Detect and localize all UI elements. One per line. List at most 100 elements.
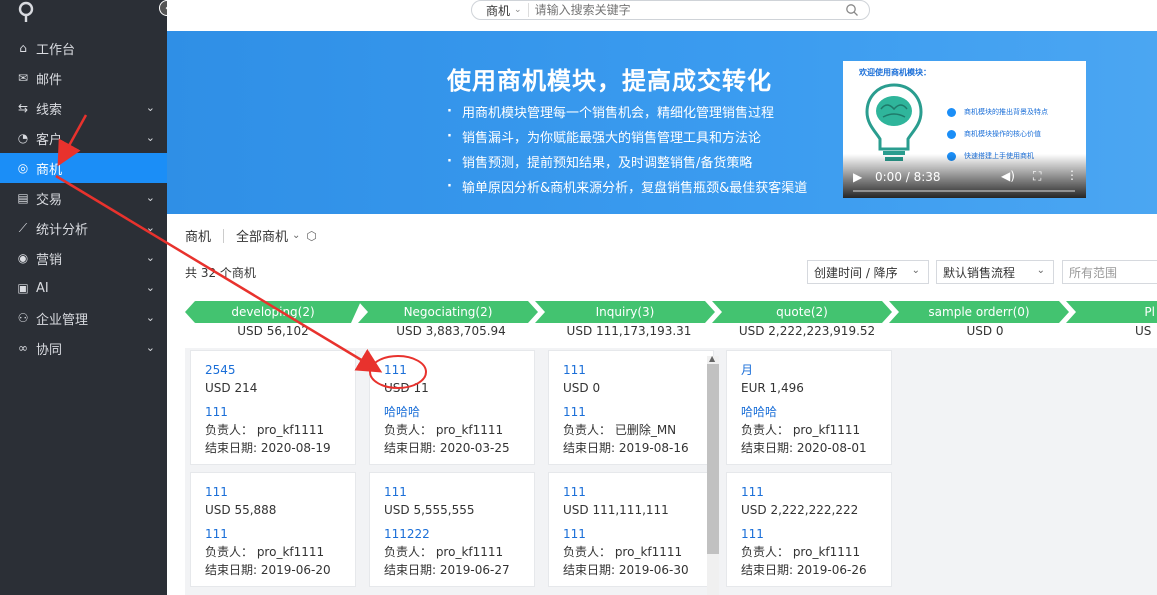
- banner-point: 销售漏斗，为你赋能最强大的销售管理工具和方法论: [447, 124, 807, 149]
- opportunity-title[interactable]: 2545: [205, 361, 341, 379]
- opportunity-title[interactable]: 111: [205, 483, 341, 501]
- play-icon[interactable]: ▶: [853, 170, 862, 184]
- stage-label: Inquiry(3): [595, 305, 655, 319]
- search-scope-select[interactable]: 商机 ⌄: [472, 3, 529, 18]
- opportunity-title[interactable]: 111: [384, 483, 520, 501]
- sidebar-item-marketing[interactable]: ◉ 营销 ⌄: [0, 243, 167, 273]
- opportunity-title[interactable]: 111: [563, 483, 699, 501]
- sidebar-item-ai[interactable]: ▣ AI ⌄: [0, 273, 167, 303]
- chevron-down-icon: ⌄: [145, 341, 155, 354]
- org-icon: ⚇: [17, 311, 29, 325]
- customer-link[interactable]: 哈哈哈: [741, 403, 877, 421]
- opportunity-amount: USD 2,222,222,222: [741, 503, 859, 517]
- column-scrollbar[interactable]: ▲: [707, 354, 719, 595]
- opportunity-title[interactable]: 111: [741, 483, 877, 501]
- owner-text: 负责人： pro_kf1111: [563, 545, 683, 559]
- top-bar: 商机 ⌄: [167, 0, 1157, 31]
- end-date: 结束日期: 2020-08-19: [205, 441, 331, 455]
- video-time: 0:00 / 8:38: [875, 170, 941, 184]
- chevron-down-icon: ⌄: [514, 5, 522, 15]
- sidebar-item-customers[interactable]: ◔ 客户 ⌄: [0, 123, 167, 153]
- sidebar-item-collab[interactable]: ∞ 协同 ⌄: [0, 333, 167, 363]
- volume-icon[interactable]: ◀): [1001, 169, 1015, 183]
- opportunity-amount: USD 214: [205, 381, 258, 395]
- opportunity-title[interactable]: 111: [384, 361, 520, 379]
- customer-link[interactable]: 111: [741, 525, 877, 543]
- opportunity-title[interactable]: 111: [563, 361, 699, 379]
- ai-icon: ▣: [17, 281, 29, 295]
- sidebar-item-analytics[interactable]: ⟋ 统计分析 ⌄: [0, 213, 167, 243]
- range-placeholder: 所有范围: [1069, 265, 1118, 280]
- more-options-icon[interactable]: ⋮: [1066, 168, 1078, 182]
- opportunity-card[interactable]: 111 USD 55,888 111 负责人： pro_kf1111 结束日期:…: [190, 472, 356, 587]
- opportunity-title[interactable]: 月: [741, 361, 877, 379]
- stage-label: quote(2): [776, 305, 828, 319]
- owner-text: 负责人： pro_kf1111: [741, 423, 861, 437]
- fullscreen-icon[interactable]: ⛶: [1033, 169, 1041, 184]
- stage-amount: USD 111,173,193.31: [566, 324, 692, 338]
- chevron-down-icon: ⌄: [145, 281, 155, 294]
- stage-amount: USD 3,883,705.94: [396, 324, 506, 338]
- mail-icon: ✉: [17, 71, 29, 85]
- opportunity-card[interactable]: 2545 USD 214 111 负责人： pro_kf1111 结束日期: 2…: [190, 350, 356, 465]
- stage-sample-order[interactable]: sample orderr(0): [889, 301, 1069, 323]
- search-icon[interactable]: [845, 3, 859, 17]
- opportunity-card[interactable]: 月 EUR 1,496 哈哈哈 负责人： pro_kf1111 结束日期: 20…: [726, 350, 892, 465]
- opportunity-amount: EUR 1,496: [741, 381, 804, 395]
- sales-flow-select[interactable]: 默认销售流程 ⌄: [936, 260, 1054, 284]
- sidebar-item-enterprise[interactable]: ⚇ 企业管理 ⌄: [0, 303, 167, 333]
- stage-label: Pl: [1144, 305, 1155, 319]
- customer-link[interactable]: 111: [205, 525, 341, 543]
- layers-icon[interactable]: ⬡: [306, 229, 316, 243]
- sidebar-item-label: 协同: [36, 342, 63, 358]
- opportunity-card[interactable]: 111 USD 0 111 负责人： 已删除_MN 结束日期: 2019-08-…: [548, 350, 714, 465]
- opportunity-filter-select[interactable]: 全部商机 ⌄: [236, 226, 300, 245]
- range-select[interactable]: 所有范围: [1062, 260, 1157, 284]
- video-heading: 欢迎使用商机模块：: [859, 68, 931, 77]
- stage-developing[interactable]: developing(2): [185, 301, 361, 323]
- opportunity-amount: USD 55,888: [205, 503, 277, 517]
- stage-negociating[interactable]: Negociating(2): [358, 301, 538, 323]
- customer-link[interactable]: 111: [563, 403, 699, 421]
- opportunity-card[interactable]: 111 USD 5,555,555 111222 负责人： pro_kf1111…: [369, 472, 535, 587]
- stage-quote[interactable]: quote(2): [712, 301, 892, 323]
- customer-link[interactable]: 111222: [384, 525, 520, 543]
- opportunity-card[interactable]: 111 USD 2,222,222,222 111 负责人： pro_kf111…: [726, 472, 892, 587]
- video-point: 商机模块操作的核心价值: [947, 123, 1048, 145]
- sort-select[interactable]: 创建时间 / 降序 ⌄: [807, 260, 929, 284]
- scrollbar-thumb[interactable]: [707, 364, 719, 554]
- filter-label: 全部商机: [236, 230, 289, 245]
- video-progress-bar[interactable]: [853, 190, 1075, 192]
- sidebar: ‹ ⌂ 工作台 ✉ 邮件 ⇆ 线索 ⌄ ◔ 客户 ⌄ ◎ 商机 ▤ 交易 ⌄: [0, 0, 175, 595]
- stage-pi[interactable]: Pl: [1066, 301, 1157, 323]
- customer-link[interactable]: 哈哈哈: [384, 403, 520, 421]
- search-input[interactable]: [528, 3, 845, 17]
- divider: [223, 228, 225, 243]
- banner-point: 输单原因分析&商机来源分析，复盘销售瓶颈&最佳获客渠道: [447, 174, 807, 199]
- stage-label: Negociating(2): [403, 305, 493, 319]
- scroll-up-icon[interactable]: ▲: [709, 354, 715, 363]
- sidebar-item-workbench[interactable]: ⌂ 工作台: [0, 33, 167, 63]
- sidebar-item-opportunities[interactable]: ◎ 商机: [0, 153, 167, 183]
- customer-link[interactable]: 111: [205, 403, 341, 421]
- opportunity-card[interactable]: 111 USD 111,111,111 111 负责人： pro_kf1111 …: [548, 472, 714, 587]
- sidebar-item-deals[interactable]: ▤ 交易 ⌄: [0, 183, 167, 213]
- opportunity-count: 共 32 个商机: [185, 266, 256, 280]
- intro-video[interactable]: 欢迎使用商机模块： 商机模块的推出背景及特点 商机模块操作的核心价值 快速搭建上…: [843, 61, 1086, 198]
- sidebar-item-mail[interactable]: ✉ 邮件: [0, 63, 167, 93]
- sidebar-item-label: 工作台: [36, 42, 76, 58]
- owner-text: 负责人： pro_kf1111: [205, 545, 325, 559]
- customer-link[interactable]: 111: [563, 525, 699, 543]
- chart-icon: ⟋: [18, 220, 28, 235]
- video-point-label: 商机模块的推出背景及特点: [964, 108, 1048, 116]
- chevron-down-icon: ⌄: [145, 131, 155, 144]
- opportunity-amount: USD 11: [384, 381, 429, 395]
- stage-inquiry[interactable]: Inquiry(3): [535, 301, 715, 323]
- opportunity-card[interactable]: 111 USD 11 哈哈哈 负责人： pro_kf1111 结束日期: 202…: [369, 350, 535, 465]
- sidebar-item-label: 线索: [36, 102, 63, 118]
- sidebar-item-leads[interactable]: ⇆ 线索 ⌄: [0, 93, 167, 123]
- end-date: 结束日期: 2020-08-01: [741, 441, 867, 455]
- marketing-icon: ◉: [17, 251, 29, 265]
- collab-icon: ∞: [18, 341, 28, 355]
- chevron-down-icon: ⌄: [1036, 265, 1045, 276]
